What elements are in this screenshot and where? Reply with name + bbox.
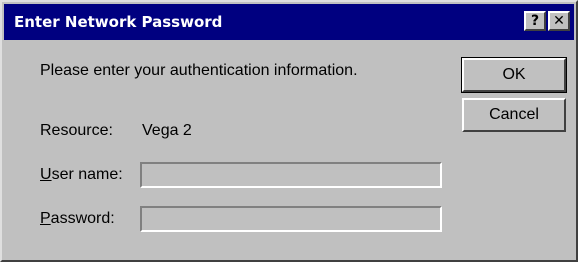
resource-label: Resource: — [40, 122, 113, 139]
password-label-rest: assword: — [50, 210, 115, 227]
title-buttons: ? ✕ — [524, 11, 570, 31]
username-label: User name: — [40, 166, 123, 184]
username-input[interactable] — [140, 162, 442, 188]
password-input[interactable] — [140, 206, 442, 232]
title-bar: Enter Network Password ? ✕ — [4, 4, 574, 40]
prompt-text: Please enter your authentication informa… — [40, 62, 358, 79]
username-label-accel: U — [40, 166, 52, 183]
username-label-rest: ser name: — [51, 166, 123, 183]
password-label-accel: P — [40, 210, 51, 227]
window-title: Enter Network Password — [14, 13, 223, 31]
close-icon[interactable]: ✕ — [548, 11, 570, 31]
resource-value: Vega 2 — [142, 122, 192, 139]
password-label: Password: — [40, 210, 115, 228]
cancel-button[interactable]: Cancel — [462, 98, 566, 132]
network-password-dialog: Enter Network Password ? ✕ Please enter … — [0, 0, 578, 262]
help-icon[interactable]: ? — [524, 11, 546, 31]
ok-button[interactable]: OK — [461, 57, 567, 93]
